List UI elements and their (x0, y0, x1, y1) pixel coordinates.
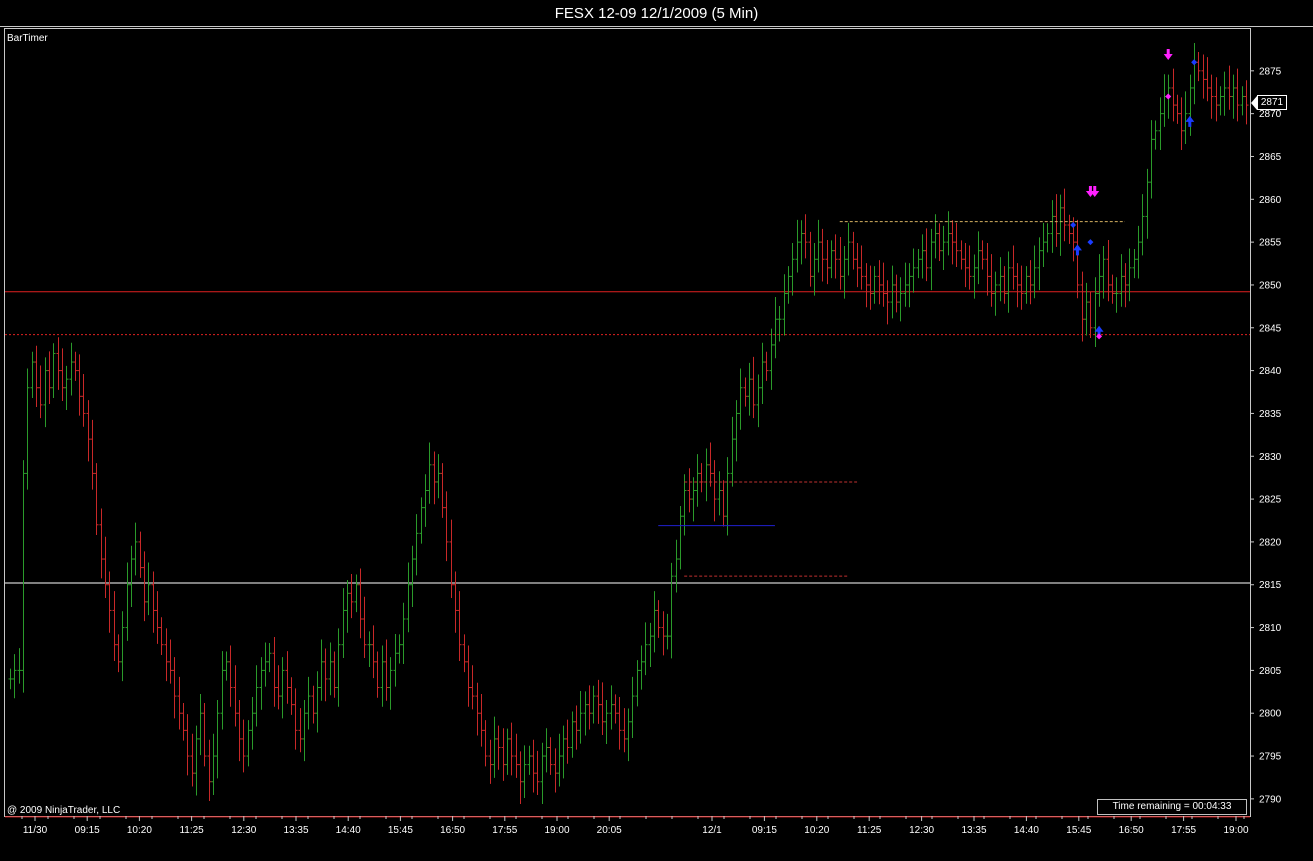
y-tick-label: 2855 (1259, 238, 1282, 249)
y-tick-label: 2825 (1259, 495, 1282, 506)
x-tick-label: 14:40 (1014, 825, 1039, 836)
x-tick-label: 11/30 (23, 825, 48, 836)
y-tick-label: 2790 (1259, 794, 1282, 805)
last-price-tag: 2871 (1251, 95, 1287, 110)
x-tick-label: 20:05 (597, 825, 622, 836)
indicator-label: BarTimer (7, 33, 48, 44)
y-tick-label: 2860 (1259, 195, 1282, 206)
y-tick-label: 2845 (1259, 323, 1282, 334)
x-tick-label: 19:00 (544, 825, 569, 836)
x-tick-label: 09:15 (75, 825, 100, 836)
y-tick-label: 2840 (1259, 366, 1282, 377)
x-tick-label: 11:25 (179, 825, 204, 836)
x-tick-label: 12:30 (231, 825, 256, 836)
x-tick-label: 10:20 (804, 825, 829, 836)
plot-area-frame (4, 28, 1251, 817)
time-remaining-box: Time remaining = 00:04:33 (1097, 799, 1247, 815)
y-tick-label: 2805 (1259, 666, 1282, 677)
x-tick-label: 12:30 (909, 825, 934, 836)
x-tick-label: 13:35 (283, 825, 308, 836)
y-tick-label: 2850 (1259, 280, 1282, 291)
x-tick-label: 17:55 (492, 825, 517, 836)
y-tick-label: 2810 (1259, 623, 1282, 634)
x-tick-label: 12/1 (702, 825, 722, 836)
y-tick-label: 2830 (1259, 452, 1282, 463)
x-tick-label: 14:40 (336, 825, 361, 836)
x-tick-label: 09:15 (752, 825, 777, 836)
x-tick-label: 19:00 (1223, 825, 1248, 836)
x-tick-label: 15:45 (388, 825, 413, 836)
price-axis: 2790 2795 2800 2805 2810 2815 2820 2825 2830 2835… (1250, 66, 1282, 805)
x-tick-label: 17:55 (1171, 825, 1196, 836)
copyright-notice: @ 2009 NinjaTrader, LLC (7, 805, 121, 816)
y-tick-label: 2820 (1259, 537, 1282, 548)
x-tick-label: 13:35 (961, 825, 986, 836)
x-tick-label: 10:20 (127, 825, 152, 836)
x-tick-label: 16:50 (440, 825, 465, 836)
y-tick-label: 2865 (1259, 152, 1282, 163)
y-tick-label: 2835 (1259, 409, 1282, 420)
x-tick-label: 15:45 (1066, 825, 1091, 836)
y-tick-label: 2875 (1259, 66, 1282, 77)
time-axis: 11/30 09:15 10:20 11:25 12:30 13:35 14:40 15:45… (21, 816, 1249, 836)
x-tick-label: 16:50 (1119, 825, 1144, 836)
price-chart[interactable]: 2790 2795 2800 2805 2810 2815 2820 2825 2830 2835… (0, 0, 1313, 861)
y-tick-label: 2815 (1259, 580, 1282, 591)
x-tick-label: 11:25 (857, 825, 882, 836)
y-tick-label: 2800 (1259, 709, 1282, 720)
y-tick-label: 2870 (1259, 109, 1282, 120)
y-tick-label: 2795 (1259, 752, 1282, 763)
